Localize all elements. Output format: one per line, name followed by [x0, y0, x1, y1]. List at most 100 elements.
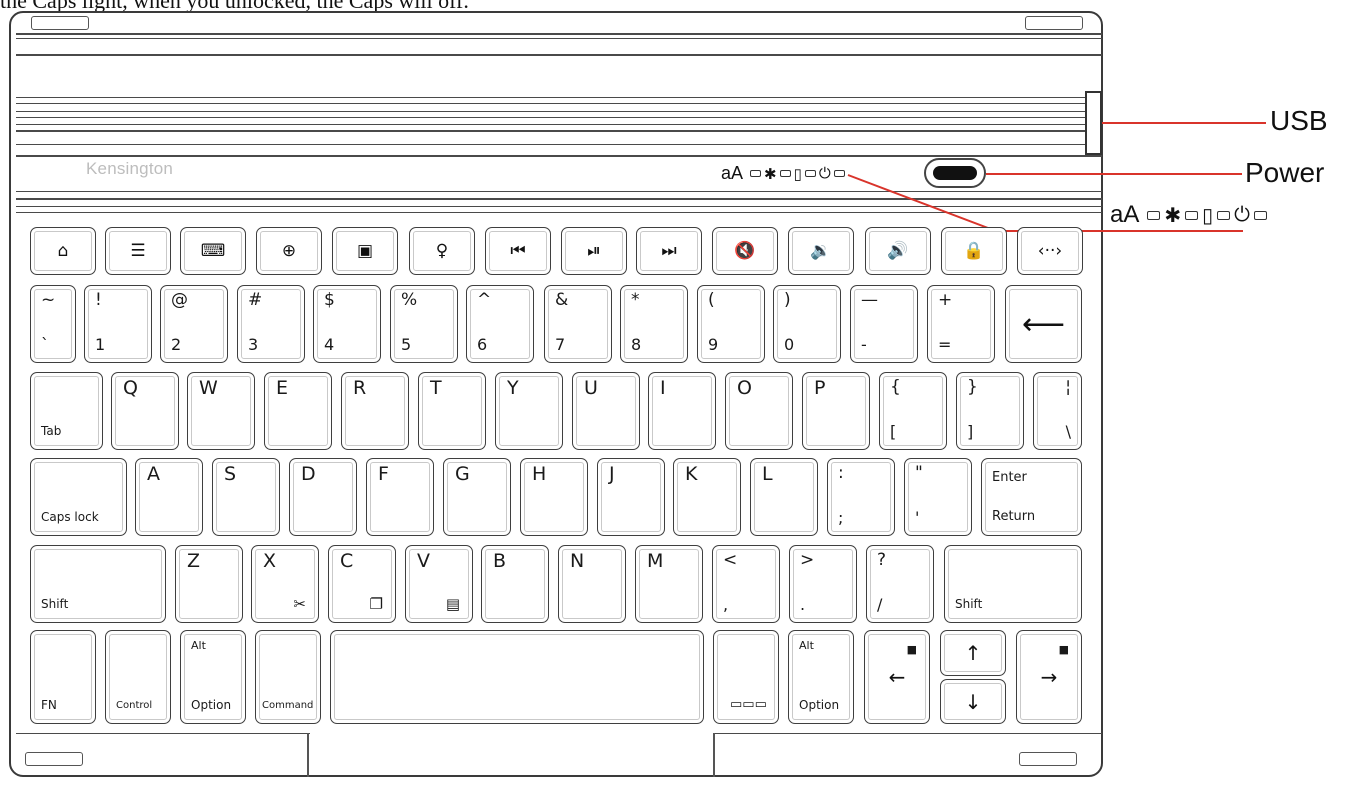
key-7[interactable]: & 7: [544, 285, 612, 363]
fn-key[interactable]: FN: [30, 630, 96, 724]
power-button[interactable]: [924, 158, 986, 188]
key-u[interactable]: U: [572, 372, 640, 450]
backspace-key[interactable]: ⟵: [1005, 285, 1082, 363]
key-g[interactable]: G: [443, 458, 511, 536]
key-i[interactable]: I: [648, 372, 716, 450]
key-2[interactable]: @2: [160, 285, 228, 363]
key-o[interactable]: O: [725, 372, 793, 450]
down-arrow-key[interactable]: ↓: [940, 679, 1006, 724]
key-5[interactable]: % 5: [390, 285, 458, 363]
left-shift-key[interactable]: Shift: [30, 545, 166, 623]
battery-icon: ▯: [793, 165, 802, 183]
key-3[interactable]: #3: [237, 285, 305, 363]
keyboard-key[interactable]: ⌨: [180, 227, 246, 275]
volume-up-key[interactable]: 🔊: [865, 227, 931, 275]
key-f[interactable]: F: [366, 458, 434, 536]
key-right-brace[interactable]: }]: [956, 372, 1024, 450]
indicator-callout-legend: aA ✱ ▯ ⏻: [1110, 201, 1267, 229]
keyboard-shortcut-icon: ▭▭▭: [730, 697, 767, 712]
key-left-brace[interactable]: {[: [879, 372, 947, 450]
volume-down-icon: 🔉: [810, 241, 832, 261]
key-k[interactable]: K: [673, 458, 741, 536]
tab-key[interactable]: Tab: [30, 372, 103, 450]
foot-notch-left: [25, 752, 83, 766]
key-period[interactable]: >.: [789, 545, 857, 623]
usb-label: USB: [1270, 105, 1328, 136]
key-b[interactable]: B: [481, 545, 549, 623]
lock-key[interactable]: 🔒: [941, 227, 1007, 275]
right-arrow-key[interactable]: → ■: [1016, 630, 1082, 724]
home-key[interactable]: ⌂: [30, 227, 96, 275]
key-y[interactable]: Y: [495, 372, 563, 450]
key-z[interactable]: Z: [175, 545, 243, 623]
left-arrow-icon: ←: [888, 665, 906, 689]
caps-lock-indicator-label: aA: [1110, 201, 1140, 228]
key-l[interactable]: L: [750, 458, 818, 536]
key-quote[interactable]: " ': [904, 458, 972, 536]
key-t[interactable]: T: [418, 372, 486, 450]
control-key[interactable]: Control: [105, 630, 171, 724]
key-comma[interactable]: <,: [712, 545, 780, 623]
up-arrow-key[interactable]: ↑: [940, 630, 1006, 676]
command-key[interactable]: Command: [255, 630, 321, 724]
right-option-key[interactable]: Alt Option: [788, 630, 854, 724]
key-x[interactable]: X ✂: [251, 545, 319, 623]
play-pause-key[interactable]: ⏯: [561, 227, 627, 275]
switch-key[interactable]: ‹··›: [1017, 227, 1083, 275]
page-down-icon: ■: [1058, 643, 1069, 656]
hinge-groove: [16, 97, 1102, 98]
foot-divider: [713, 733, 715, 777]
spacebar[interactable]: [330, 630, 704, 724]
key-h[interactable]: H: [520, 458, 588, 536]
globe-key[interactable]: ⊕: [256, 227, 322, 275]
key-tilde[interactable]: ~ `: [30, 285, 76, 363]
key-n[interactable]: N: [558, 545, 626, 623]
search-key[interactable]: ☰: [105, 227, 171, 275]
power-label: Power: [1245, 157, 1325, 188]
key-v[interactable]: V ▤: [405, 545, 473, 623]
key-p[interactable]: P: [802, 372, 870, 450]
key-j[interactable]: J: [597, 458, 665, 536]
mic-key[interactable]: ♀: [409, 227, 475, 275]
key-4[interactable]: $4: [313, 285, 381, 363]
bluetooth-icon: ✱: [764, 165, 777, 183]
caps-led: [1147, 210, 1161, 220]
keyboard-icon: ⌨: [200, 241, 226, 261]
key-a[interactable]: A: [135, 458, 203, 536]
mute-key[interactable]: 🔇: [712, 227, 778, 275]
key-minus[interactable]: — -: [850, 285, 918, 363]
key-6[interactable]: ^ 6: [466, 285, 534, 363]
key-e[interactable]: E: [264, 372, 332, 450]
left-arrow-key[interactable]: ← ■: [864, 630, 930, 724]
right-shift-key[interactable]: Shift: [944, 545, 1082, 623]
key-d[interactable]: D: [289, 458, 357, 536]
key-m[interactable]: M: [635, 545, 703, 623]
key-semicolon[interactable]: :;: [827, 458, 895, 536]
up-arrow-icon: ↑: [964, 641, 982, 665]
capslock-key[interactable]: Caps lock: [30, 458, 127, 536]
key-w[interactable]: W: [187, 372, 255, 450]
bluetooth-led: [1185, 210, 1199, 220]
key-equals[interactable]: + =: [927, 285, 995, 363]
key-backslash[interactable]: ¦ \: [1033, 372, 1082, 450]
key-q[interactable]: Q: [111, 372, 179, 450]
key-9[interactable]: (9: [697, 285, 765, 363]
key-0[interactable]: ) 0: [773, 285, 841, 363]
key-c[interactable]: C ❐: [328, 545, 396, 623]
enter-key[interactable]: Enter Return: [981, 458, 1082, 536]
prev-track-key[interactable]: ⏮: [485, 227, 551, 275]
contacts-key[interactable]: ▣: [332, 227, 398, 275]
left-option-key[interactable]: Alt Option: [180, 630, 246, 724]
key-slash[interactable]: ? /: [866, 545, 934, 623]
down-arrow-icon: ↓: [964, 689, 982, 714]
next-track-key[interactable]: ⏭: [636, 227, 702, 275]
key-1[interactable]: ! 1: [84, 285, 152, 363]
volume-down-key[interactable]: 🔉: [788, 227, 854, 275]
key-s[interactable]: S: [212, 458, 280, 536]
switch-icon: ‹··›: [1037, 241, 1063, 261]
key-8[interactable]: * 8: [620, 285, 688, 363]
globe-icon: ⊕: [281, 241, 297, 261]
virtual-keyboard-key[interactable]: ▭▭▭: [713, 630, 779, 724]
caps-led: [750, 170, 762, 177]
key-r[interactable]: R: [341, 372, 409, 450]
